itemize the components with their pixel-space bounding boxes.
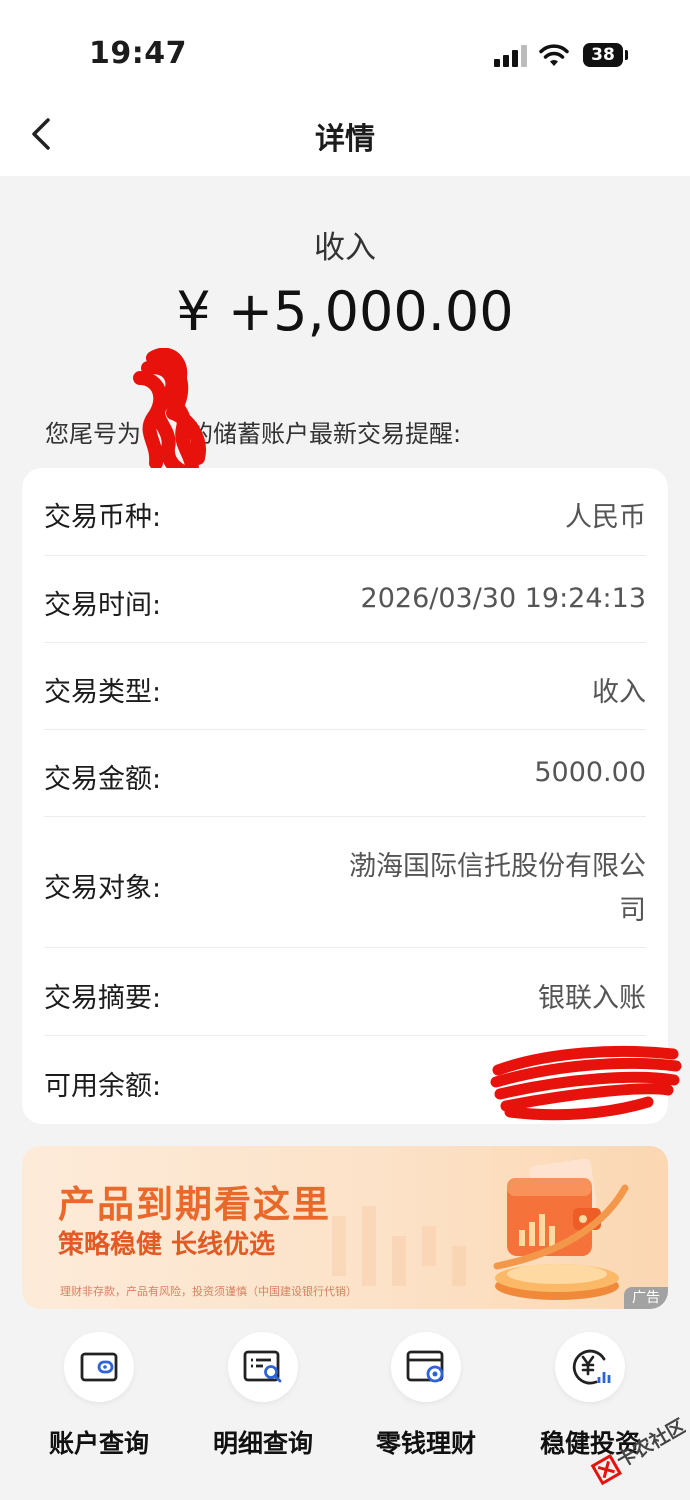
wallet-icon (80, 1352, 118, 1382)
card-coin-icon (406, 1350, 444, 1383)
detail-value: 2026/03/30 19:24:13 (360, 583, 646, 614)
detail-row-summary: 交易摘要: 银联入账 (44, 947, 646, 1036)
detail-label: 交易摘要: (44, 983, 162, 1014)
battery-indicator: 38 (583, 43, 623, 67)
wifi-icon (539, 44, 569, 66)
transaction-amount: ¥ +5,000.00 (176, 280, 514, 343)
banner-subtitle: 策略稳健 长线优选 (58, 1230, 276, 1260)
account-notice: 您尾号为 的储蓄账户最新交易提醒: (45, 414, 461, 449)
shortcut-label: 账户查询 (48, 1429, 149, 1458)
banner-candlestick-bg (332, 1206, 466, 1286)
detail-label: 交易对象: (44, 873, 162, 904)
detail-value: 银联入账 (538, 983, 646, 1014)
page-title: 详情 (315, 122, 375, 157)
shortcut-pocket-money[interactable]: 零钱理财 (356, 1332, 496, 1472)
watermark-text: 卡农社区 (612, 1414, 686, 1472)
detail-row-amount: 交易金额: 5000.00 (44, 729, 646, 817)
ad-tag: 广告 (624, 1287, 668, 1309)
statement-search-icon (243, 1350, 282, 1383)
shortcut-icon-circle (64, 1332, 134, 1402)
detail-label: 交易币种: (44, 502, 162, 533)
detail-label: 可用余额: (44, 1071, 162, 1102)
redaction-scribble-balance (490, 1045, 682, 1121)
banner-title: 产品到期看这里 (58, 1183, 331, 1226)
detail-row-currency: 交易币种: 人民币 (44, 468, 646, 556)
wallet-chart-illustration-icon (493, 1158, 629, 1300)
community-watermark: 卡农社区 (590, 1414, 686, 1486)
yuan-chart-icon (572, 1349, 611, 1385)
detail-value-line1: 渤海国际信托股份有限公 (349, 851, 646, 882)
shortcut-account-query[interactable]: 账户查询 (29, 1332, 169, 1472)
notice-suffix: 的储蓄账户最新交易提醒: (189, 420, 462, 448)
shortcut-statement-query[interactable]: 明细查询 (193, 1332, 333, 1472)
detail-row-counterparty: 交易对象: 渤海国际信托股份有限公 司 (44, 816, 646, 948)
detail-value: 收入 (592, 677, 646, 708)
redaction-scribble-account (133, 348, 206, 485)
detail-label: 交易类型: (44, 677, 162, 708)
detail-label: 交易金额: (44, 764, 162, 795)
shortcut-label: 明细查询 (212, 1429, 313, 1458)
status-bar: 19:47 38 (0, 0, 690, 100)
notice-prefix: 您尾号为 (45, 420, 141, 448)
banner-disclaimer: 理财非存款，产品有风险，投资须谨慎（中国建设银行代销） (60, 1285, 357, 1298)
battery-nub (625, 50, 628, 60)
detail-row-type: 交易类型: 收入 (44, 642, 646, 730)
details-card: 交易币种: 人民币 交易时间: 2026/03/30 19:24:13 交易类型… (22, 468, 668, 1124)
shortcut-icon-circle (555, 1332, 625, 1402)
status-time: 19:47 (89, 36, 187, 71)
promo-banner[interactable]: 产品到期看这里 策略稳健 长线优选 理财非存款，产品有风险，投资须谨慎（中国建设… (22, 1146, 668, 1309)
shortcut-icon-circle (391, 1332, 461, 1402)
cellular-signal-icon (494, 45, 528, 67)
detail-value: 5000.00 (534, 757, 646, 788)
shortcut-label: 零钱理财 (375, 1429, 476, 1458)
detail-value: 人民币 (565, 502, 646, 533)
detail-value-line2: 司 (619, 895, 646, 926)
detail-row-time: 交易时间: 2026/03/30 19:24:13 (44, 555, 646, 643)
nav-bar: 详情 (0, 100, 690, 176)
shortcut-icon-circle (228, 1332, 298, 1402)
detail-label: 交易时间: (44, 590, 162, 621)
transaction-type-label: 收入 (314, 230, 376, 266)
